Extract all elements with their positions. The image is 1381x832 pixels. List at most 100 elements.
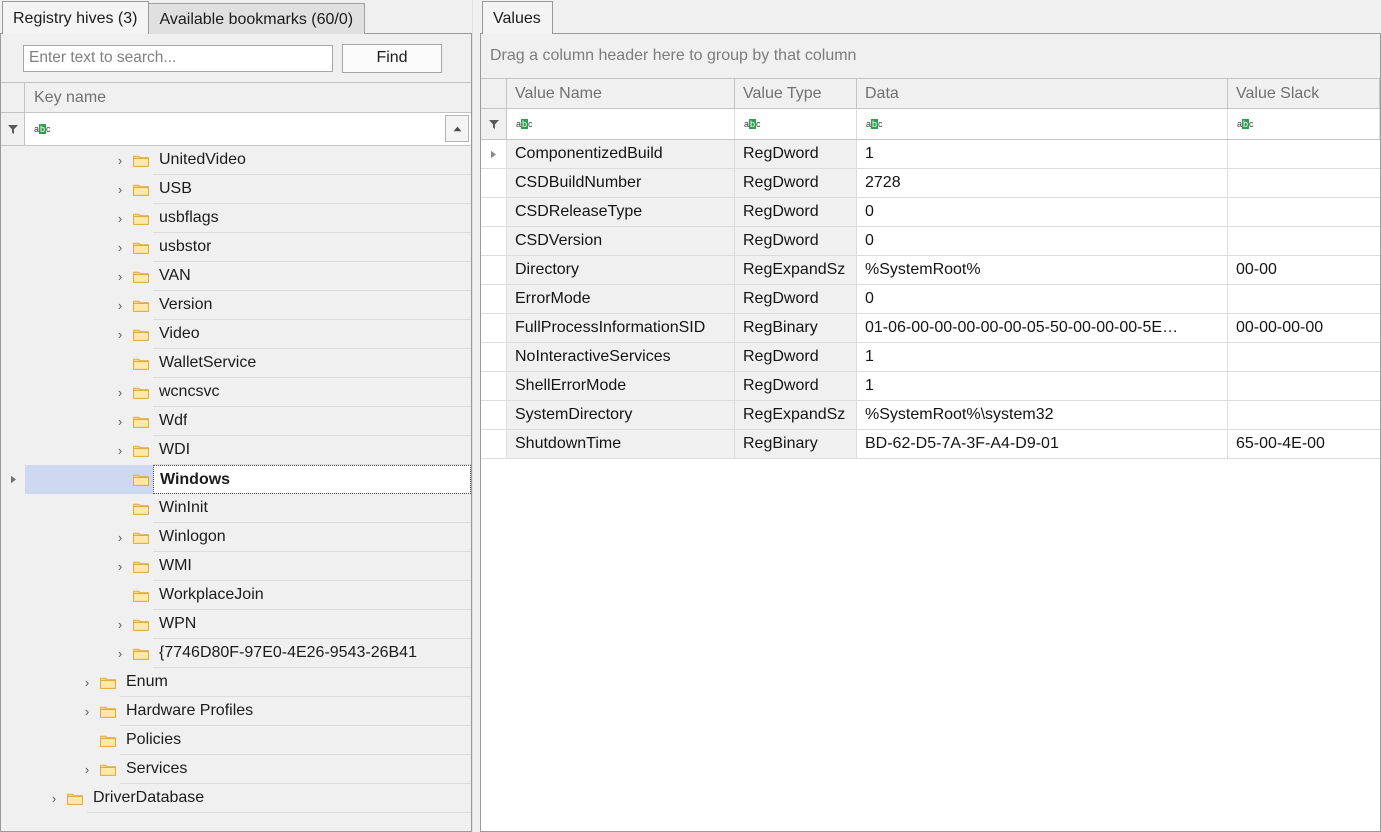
tree-item-cell[interactable]: WorkplaceJoin — [153, 581, 471, 610]
chevron-right-icon[interactable]: › — [76, 697, 98, 726]
tree-item-version[interactable]: › Version — [1, 291, 471, 320]
tree-item-cell[interactable]: Hardware Profiles — [120, 697, 471, 726]
table-row[interactable]: CSDBuildNumber RegDword 2728 — [481, 169, 1380, 198]
tree-item-van[interactable]: › VAN — [1, 262, 471, 291]
tree-item-cell[interactable]: usbstor — [153, 233, 471, 262]
search-input[interactable] — [23, 44, 333, 72]
tree-item-policies[interactable]: Policies — [1, 726, 471, 755]
tree-item-services[interactable]: › Services — [1, 755, 471, 784]
tree-item-cell[interactable]: {7746D80F-97E0-4E26-9543-26B41 — [153, 639, 471, 668]
chevron-right-icon[interactable]: › — [109, 436, 131, 465]
tree-item-cell[interactable]: Winlogon — [153, 523, 471, 552]
column-header-data[interactable]: Data — [857, 79, 1228, 108]
tree-item-hardware-profiles[interactable]: › Hardware Profiles — [1, 697, 471, 726]
tree-item-cell[interactable]: UnitedVideo — [153, 146, 471, 175]
tree-item-cell[interactable]: WDI — [153, 436, 471, 465]
filter-cell-data[interactable]: abc — [857, 109, 1228, 139]
tree-item-video[interactable]: › Video — [1, 320, 471, 349]
tree-item-cell[interactable]: WPN — [153, 610, 471, 639]
tree-item-wdf[interactable]: › Wdf — [1, 407, 471, 436]
tree-item-cell[interactable]: Version — [153, 291, 471, 320]
tree-item-usbflags[interactable]: › usbflags — [1, 204, 471, 233]
tree-item-cell[interactable]: WalletService — [153, 349, 471, 378]
tree-item-7746d80f-97e0-4e26-9543-26b41[interactable]: › {7746D80F-97E0-4E26-9543-26B41 — [1, 639, 471, 668]
column-header-value-slack[interactable]: Value Slack — [1228, 79, 1380, 108]
chevron-right-icon[interactable]: › — [76, 668, 98, 697]
tree-item-cell[interactable]: WMI — [153, 552, 471, 581]
chevron-right-icon[interactable]: › — [109, 291, 131, 320]
tree-item-cell[interactable]: USB — [153, 175, 471, 204]
tree-item-unitedvideo[interactable]: › UnitedVideo — [1, 146, 471, 175]
tab-available-bookmarks[interactable]: Available bookmarks (60/0) — [148, 3, 366, 34]
chevron-right-icon[interactable]: › — [109, 552, 131, 581]
tree-filter-abc-icon[interactable]: abc — [34, 123, 51, 135]
tree-item-wcncsvc[interactable]: › wcncsvc — [1, 378, 471, 407]
filter-cell-value-slack[interactable]: abc — [1228, 109, 1380, 139]
pane-splitter[interactable] — [472, 0, 480, 832]
chevron-right-icon[interactable]: › — [109, 262, 131, 291]
table-row[interactable]: ShutdownTime RegBinary BD-62-D5-7A-3F-A4-D… — [481, 430, 1380, 459]
tree-item-walletservice[interactable]: WalletService — [1, 349, 471, 378]
tab-registry-hives[interactable]: Registry hives (3) — [2, 1, 150, 34]
table-row[interactable]: ComponentizedBuild RegDword 1 — [481, 140, 1380, 169]
column-header-value-name[interactable]: Value Name — [507, 79, 735, 108]
tree-indent-spacer: › — [25, 784, 87, 813]
table-row[interactable]: SystemDirectory RegExpandSz %SystemRoot%\s… — [481, 401, 1380, 430]
tree-item-cell[interactable]: WinInit — [153, 494, 471, 523]
table-row[interactable]: ErrorMode RegDword 0 — [481, 285, 1380, 314]
tree-item-enum[interactable]: › Enum — [1, 668, 471, 697]
cell-value-name: FullProcessInformationSID — [507, 314, 735, 342]
tree-item-wpn[interactable]: › WPN — [1, 610, 471, 639]
table-row[interactable]: ShellErrorMode RegDword 1 — [481, 372, 1380, 401]
tree-item-winlogon[interactable]: › Winlogon — [1, 523, 471, 552]
filter-cell-value-type[interactable]: abc — [735, 109, 857, 139]
tree-item-wmi[interactable]: › WMI — [1, 552, 471, 581]
tree-scroll-up-button[interactable] — [445, 115, 469, 142]
tree-item-cell[interactable]: Policies — [120, 726, 471, 755]
tree-item-usbstor[interactable]: › usbstor — [1, 233, 471, 262]
tree-item-wdi[interactable]: › WDI — [1, 436, 471, 465]
chevron-right-icon[interactable]: › — [109, 407, 131, 436]
tree-item-windows[interactable]: Windows — [1, 465, 471, 494]
table-row[interactable]: CSDVersion RegDword 0 — [481, 227, 1380, 256]
values-filter-funnel-cell[interactable] — [481, 109, 507, 139]
chevron-right-icon[interactable]: › — [109, 523, 131, 552]
find-button[interactable]: Find — [342, 43, 442, 73]
table-row[interactable]: NoInteractiveServices RegDword 1 — [481, 343, 1380, 372]
tree-item-cell[interactable]: Enum — [120, 668, 471, 697]
values-table-body[interactable]: ComponentizedBuild RegDword 1 CSDBuildNumbe… — [481, 140, 1380, 831]
tab-values[interactable]: Values — [482, 1, 553, 34]
chevron-right-icon[interactable]: › — [109, 378, 131, 407]
filter-funnel-cell[interactable] — [1, 113, 25, 145]
tree-item-wininit[interactable]: WinInit — [1, 494, 471, 523]
column-header-value-type[interactable]: Value Type — [735, 79, 857, 108]
chevron-right-icon[interactable]: › — [109, 204, 131, 233]
chevron-right-icon[interactable]: › — [109, 320, 131, 349]
tree-item-cell[interactable]: VAN — [153, 262, 471, 291]
tree-item-usb[interactable]: › USB — [1, 175, 471, 204]
tree-item-workplacejoin[interactable]: WorkplaceJoin — [1, 581, 471, 610]
chevron-right-icon[interactable]: › — [109, 639, 131, 668]
chevron-right-icon[interactable]: › — [109, 233, 131, 262]
tree-item-cell[interactable]: usbflags — [153, 204, 471, 233]
chevron-right-icon[interactable]: › — [76, 755, 98, 784]
chevron-right-icon[interactable]: › — [109, 175, 131, 204]
group-by-drop-area[interactable]: Drag a column header here to group by th… — [481, 34, 1380, 78]
chevron-right-icon[interactable]: › — [109, 610, 131, 639]
filter-cell-value-name[interactable]: abc — [507, 109, 735, 139]
tree-item-cell[interactable]: DriverDatabase — [87, 784, 471, 813]
tree-item-driverdatabase[interactable]: › DriverDatabase — [1, 784, 471, 813]
row-expander-cell[interactable] — [481, 140, 507, 168]
tree-item-label: WalletService — [159, 354, 257, 371]
tree-item-cell[interactable]: wcncsvc — [153, 378, 471, 407]
chevron-right-icon[interactable]: › — [43, 784, 65, 813]
tree-item-cell[interactable]: Wdf — [153, 407, 471, 436]
tree-item-cell[interactable]: Windows — [153, 465, 471, 494]
table-row[interactable]: CSDReleaseType RegDword 0 — [481, 198, 1380, 227]
tree-item-cell[interactable]: Video — [153, 320, 471, 349]
chevron-right-icon[interactable]: › — [109, 146, 131, 175]
tree-item-cell[interactable]: Services — [120, 755, 471, 784]
table-row[interactable]: FullProcessInformationSID RegBinary 01-06-… — [481, 314, 1380, 343]
table-row[interactable]: Directory RegExpandSz %SystemRoot% 00-00 — [481, 256, 1380, 285]
registry-key-tree[interactable]: › UnitedVideo › USB › usbflags › usbstor › VAN › Ve… — [1, 146, 471, 831]
